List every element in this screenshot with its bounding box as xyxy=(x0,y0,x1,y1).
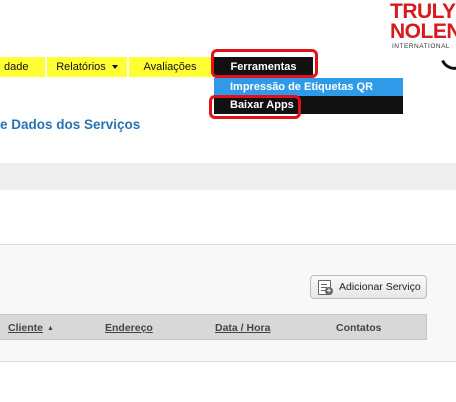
caret-down-icon xyxy=(111,65,118,70)
column-header-cliente[interactable]: Cliente ▲ xyxy=(8,315,54,341)
add-service-button[interactable]: + Adicionar Serviço xyxy=(310,275,427,299)
logo-line-truly: TRULY xyxy=(390,0,456,23)
dropdown-item-impressao-etiquetas-qr[interactable]: Impressão de Etiquetas QR xyxy=(214,78,403,96)
menu-item-avaliacoes[interactable]: Avaliações xyxy=(129,57,211,77)
menu-item-label: Avaliações xyxy=(143,61,197,73)
add-service-label: Adicionar Serviço xyxy=(339,281,421,293)
table-header-row: Cliente ▲ Endereço Data / Hora Contatos xyxy=(0,314,427,340)
dropdown-item-baixar-apps[interactable]: Baixar Apps xyxy=(214,96,403,114)
dropdown-item-label: Baixar Apps xyxy=(230,99,294,111)
services-panel xyxy=(0,244,456,362)
column-header-label: Endereço xyxy=(105,322,153,334)
column-header-label: Contatos xyxy=(336,322,382,334)
sort-ascending-icon: ▲ xyxy=(47,325,54,332)
dropdown-item-label: Impressão de Etiquetas QR xyxy=(230,81,374,93)
column-header-endereco[interactable]: Endereço xyxy=(105,315,153,341)
plus-badge-icon: + xyxy=(325,286,333,295)
menu-item-label: dade xyxy=(4,61,29,73)
logo-line-nolen: NOLEN xyxy=(390,20,456,43)
menu-item-ferramentas[interactable]: Ferramentas xyxy=(214,57,313,77)
ferramentas-dropdown: Impressão de Etiquetas QR Baixar Apps xyxy=(214,78,403,114)
menu-item-unidade[interactable]: dade xyxy=(0,57,45,77)
filter-band xyxy=(0,163,456,190)
column-header-label: Data / Hora xyxy=(215,322,271,334)
column-header-label: Cliente xyxy=(8,322,44,334)
column-header-data-hora[interactable]: Data / Hora xyxy=(215,315,270,341)
truly-nolen-logo: TRULY NOLEN INTERNATIONAL xyxy=(384,0,456,75)
menu-item-label: Ferramentas xyxy=(230,61,297,73)
main-menu-bar: dade Relatórios Avaliações Ferramentas xyxy=(0,57,456,77)
page-title: e Dados dos Serviços xyxy=(0,117,141,132)
column-header-contatos: Contatos xyxy=(336,315,382,341)
menu-item-relatorios[interactable]: Relatórios xyxy=(47,57,127,77)
menu-item-label: Relatórios xyxy=(56,61,106,73)
